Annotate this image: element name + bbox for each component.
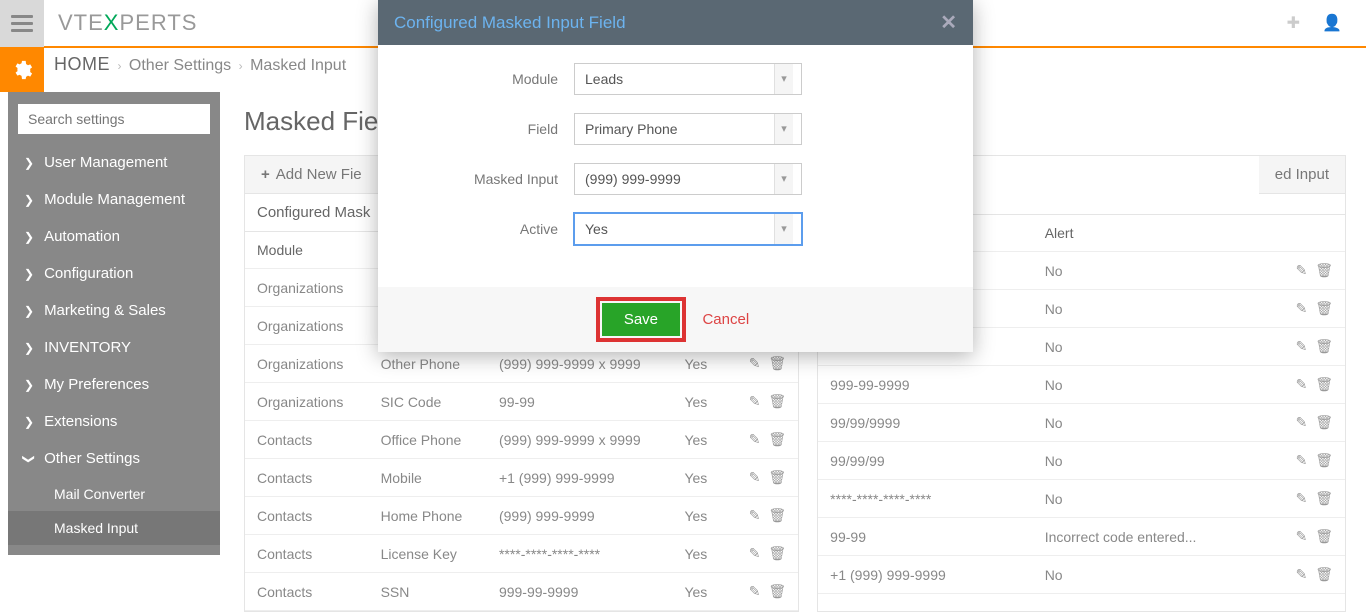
edit-icon[interactable]: ✎ [1296,338,1308,354]
trash-icon[interactable]: 🗑 [1315,490,1333,506]
table-row: OrganizationsSIC Code99-99Yes✎ 🗑 [245,383,798,421]
settings-gear[interactable] [0,48,44,92]
label-active: Active [398,221,558,237]
sidebar-sub-mail-converter[interactable]: Mail Converter [8,477,220,511]
add-masked-input-button[interactable]: ed Input [1259,156,1345,194]
edit-icon[interactable]: ✎ [749,393,761,409]
select-field[interactable]: Primary Phone [574,113,802,145]
hamburger-menu[interactable] [0,0,44,47]
select-active[interactable]: Yes [574,213,802,245]
sidebar-item-inventory[interactable]: INVENTORY [8,329,220,366]
table-row: 99-99Incorrect code entered...✎ 🗑 [818,518,1345,556]
table-row: ContactsMobile+1 (999) 999-9999Yes✎ 🗑 [245,459,798,497]
edit-icon[interactable]: ✎ [749,545,761,561]
modal-configured-masked-input: Configured Masked Input Field ✕ Module L… [378,0,973,352]
edit-icon[interactable]: ✎ [749,583,761,599]
table-row: ContactsLicense Key****-****-****-****Ye… [245,535,798,573]
trash-icon[interactable]: 🗑 [1315,300,1333,316]
edit-icon[interactable]: ✎ [1296,414,1308,430]
edit-icon[interactable]: ✎ [749,507,761,523]
edit-icon[interactable]: ✎ [1296,300,1308,316]
trash-icon[interactable]: 🗑 [768,507,786,523]
trash-icon[interactable]: 🗑 [1315,376,1333,392]
sidebar-item-module-management[interactable]: Module Management [8,181,220,218]
breadcrumb-l1[interactable]: Other Settings [129,57,231,74]
table-row: ****-****-****-****No✎ 🗑 [818,480,1345,518]
edit-icon[interactable]: ✎ [749,355,761,371]
label-masked-input: Masked Input [398,171,558,187]
select-module[interactable]: Leads [574,63,802,95]
save-button[interactable]: Save [602,303,680,336]
label-module: Module [398,71,558,87]
modal-footer: Save Cancel [378,287,973,352]
close-icon[interactable]: ✕ [940,10,957,35]
modal-header: Configured Masked Input Field ✕ [378,0,973,45]
sidebar-item-configuration[interactable]: Configuration [8,255,220,292]
trash-icon[interactable]: 🗑 [1315,262,1333,278]
table-row: ContactsHome Phone(999) 999-9999Yes✎ 🗑 [245,497,798,535]
trash-icon[interactable]: 🗑 [768,545,786,561]
breadcrumb-home[interactable]: HOME [54,54,110,74]
edit-icon[interactable]: ✎ [1296,566,1308,582]
table-row: +1 (999) 999-9999No✎ 🗑 [818,556,1345,594]
cancel-button[interactable]: Cancel [702,311,749,328]
modal-title: Configured Masked Input Field [394,13,626,33]
edit-icon[interactable]: ✎ [749,469,761,485]
trash-icon[interactable]: 🗑 [768,583,786,599]
trash-icon[interactable]: 🗑 [1315,528,1333,544]
search-input[interactable] [18,104,210,134]
table-row: ContactsOffice Phone(999) 999-9999 x 999… [245,421,798,459]
table-row: 99/99/9999No✎ 🗑 [818,404,1345,442]
settings-sidebar: User ManagementModule ManagementAutomati… [8,92,220,555]
sidebar-sub-masked-input[interactable]: Masked Input [8,511,220,545]
sidebar-item-marketing-sales[interactable]: Marketing & Sales [8,292,220,329]
edit-icon[interactable]: ✎ [1296,528,1308,544]
add-icon[interactable]: ✚ [1287,13,1300,33]
topbar-actions: ✚ 👤 [1287,13,1366,33]
sidebar-item-other-settings[interactable]: Other Settings [8,440,220,477]
sidebar-item-automation[interactable]: Automation [8,218,220,255]
breadcrumb-l2: Masked Input [250,57,346,74]
trash-icon[interactable]: 🗑 [768,431,786,447]
table-row: 999-99-9999No✎ 🗑 [818,366,1345,404]
sidebar-item-my-preferences[interactable]: My Preferences [8,366,220,403]
user-icon[interactable]: 👤 [1322,13,1342,33]
sidebar-item-extensions[interactable]: Extensions [8,403,220,440]
col-module: Module [245,232,369,269]
edit-icon[interactable]: ✎ [749,431,761,447]
edit-icon[interactable]: ✎ [1296,376,1308,392]
col-alert: Alert [1033,215,1261,252]
trash-icon[interactable]: 🗑 [1315,338,1333,354]
trash-icon[interactable]: 🗑 [1315,414,1333,430]
label-field: Field [398,121,558,137]
trash-icon[interactable]: 🗑 [768,393,786,409]
sidebar-search [18,104,210,134]
edit-icon[interactable]: ✎ [1296,262,1308,278]
edit-icon[interactable]: ✎ [1296,452,1308,468]
breadcrumb: HOME › Other Settings › Masked Input [54,54,346,75]
sidebar-item-user-management[interactable]: User Management [8,144,220,181]
table-row: 99/99/99No✎ 🗑 [818,442,1345,480]
logo: VTEXPERTS [44,10,211,36]
trash-icon[interactable]: 🗑 [1315,452,1333,468]
select-masked-input[interactable]: (999) 999-9999 [574,163,802,195]
edit-icon[interactable]: ✎ [1296,490,1308,506]
trash-icon[interactable]: 🗑 [1315,566,1333,582]
trash-icon[interactable]: 🗑 [768,355,786,371]
trash-icon[interactable]: 🗑 [768,469,786,485]
